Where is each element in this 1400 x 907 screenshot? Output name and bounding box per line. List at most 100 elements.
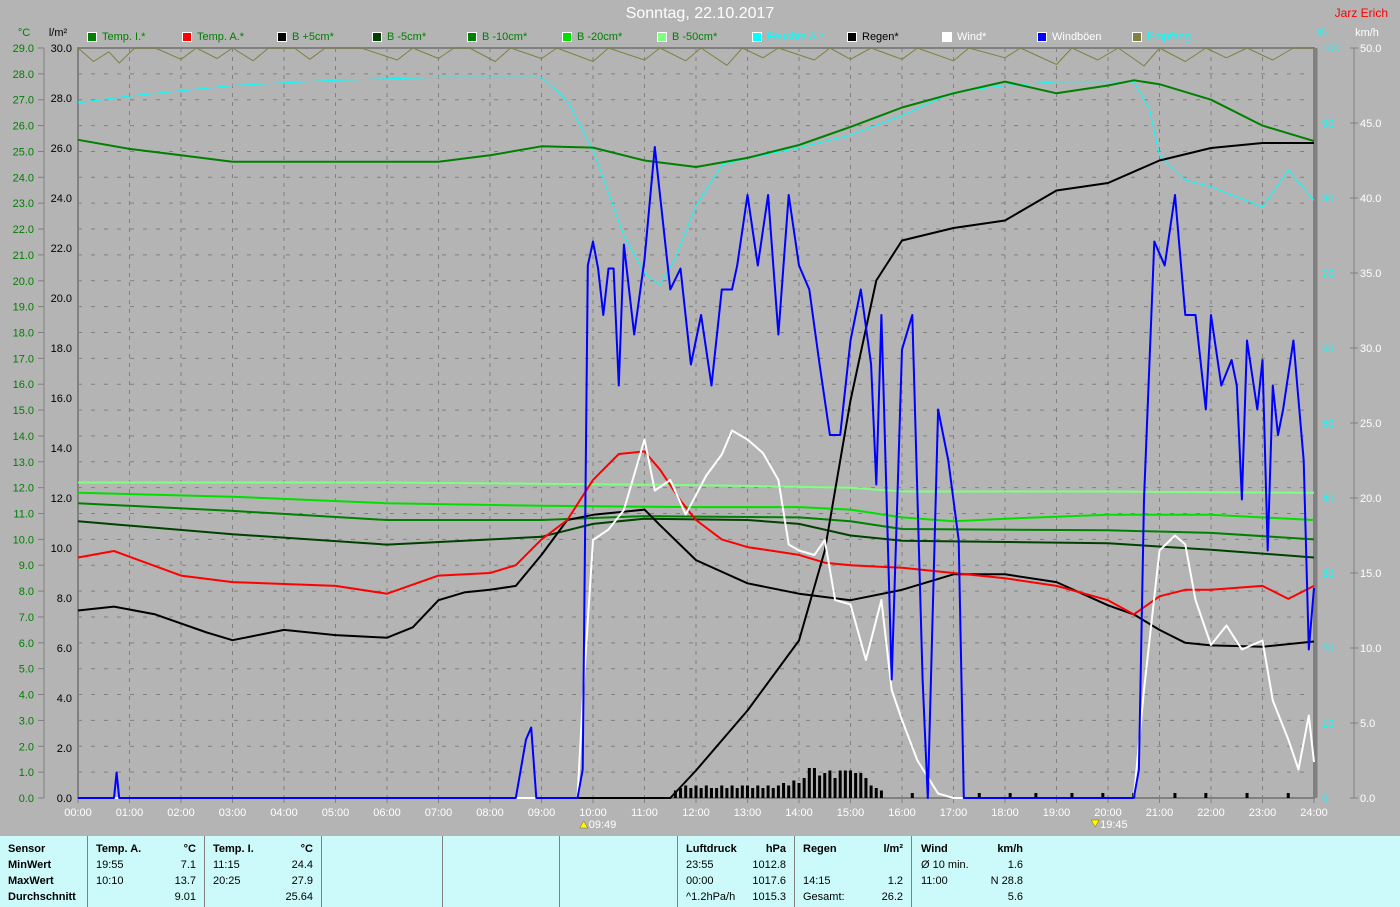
cell-value: 5.6	[1007, 891, 1023, 903]
temp-tick-label: 17.0	[13, 353, 34, 365]
rain-bar	[709, 788, 713, 798]
humidity-tick-label: 60	[1322, 343, 1334, 355]
row-label: Durchschnitt	[8, 891, 76, 903]
row-label: Sensor	[8, 843, 46, 855]
temp-tick-label: 16.0	[13, 379, 34, 391]
cell-value: 7.1	[180, 859, 196, 871]
rain-tick-label: 6.0	[57, 643, 72, 655]
rain-tick-label: 16.0	[51, 393, 72, 405]
table-row	[803, 857, 903, 873]
rain-bar	[684, 785, 688, 798]
cell-value: 1.6	[1007, 859, 1023, 871]
x-tick-label: 24:00	[1300, 807, 1328, 819]
wind-tick-label: 35.0	[1360, 268, 1381, 280]
rain-bar	[776, 785, 780, 798]
x-tick-label: 13:00	[734, 807, 762, 819]
temp-axis-unit: °C	[18, 27, 30, 39]
cell-value: 26.2	[881, 891, 903, 903]
rain-bar	[720, 785, 724, 798]
table-row: 20:25 27.9	[213, 873, 313, 889]
table-row: 23:55 1012.8	[686, 857, 786, 873]
temp-tick-label: 5.0	[19, 664, 34, 676]
temp-tick-label: 12.0	[13, 483, 34, 495]
humidity-tick-label: 20	[1322, 643, 1334, 655]
table-row: ^1.2hPa/h 1015.3	[686, 889, 786, 905]
rain-bar	[751, 788, 755, 798]
cell-value: 24.4	[291, 859, 313, 871]
cell-value: 27.9	[291, 875, 313, 887]
x-tick-label: 02:00	[167, 807, 195, 819]
cell-time: 19:55	[96, 859, 124, 871]
rain-bar	[694, 785, 698, 798]
wind-tick-label: 40.0	[1360, 193, 1381, 205]
rain-tick-label: 30.0	[51, 43, 72, 55]
rain-bar	[802, 778, 806, 798]
rain-bar	[735, 788, 739, 798]
humidity-tick-label: 30	[1322, 568, 1334, 580]
rain-bar	[910, 793, 914, 798]
table-column: Wind km/h Ø 10 min. 1.6 11:00 N 28.8 5.6	[913, 836, 1031, 907]
cell-value: 9.01	[174, 891, 196, 903]
rain-axis-unit: l/m²	[49, 27, 68, 39]
x-tick-label: 23:00	[1249, 807, 1277, 819]
x-tick-label: 17:00	[940, 807, 968, 819]
rain-bar	[699, 788, 703, 798]
rain-bar	[756, 785, 760, 798]
rain-bar	[740, 785, 744, 798]
rain-bar	[823, 773, 827, 798]
temp-tick-label: 28.0	[13, 69, 34, 81]
cell-time: Ø 10 min.	[921, 859, 969, 871]
x-tick-label: 10:00	[579, 807, 607, 819]
rain-bar	[843, 770, 847, 798]
rain-tick-label: 20.0	[51, 293, 72, 305]
humidity-axis-unit: %	[1317, 27, 1327, 39]
statistics-table: Sensor MinWert MaxWert Durchschnitt Temp. A.…	[0, 836, 1400, 907]
rain-bar	[715, 788, 719, 798]
x-tick-label: 06:00	[373, 807, 401, 819]
rain-bar	[833, 778, 837, 798]
sunset-time: 19:45	[1100, 819, 1128, 831]
wind-tick-label: 15.0	[1360, 568, 1381, 580]
wind-tick-label: 20.0	[1360, 493, 1381, 505]
table-row: 25.64	[213, 889, 313, 905]
column-header: Temp. I.	[213, 843, 254, 855]
x-tick-label: 21:00	[1146, 807, 1174, 819]
humidity-tick-label: 10	[1322, 718, 1334, 730]
series-feuchte-a	[77, 76, 1315, 286]
table-column: Temp. A. °C 19:55 7.1 10:10 13.7 9.01	[88, 836, 205, 907]
rain-bar	[807, 768, 811, 798]
table-column	[325, 836, 443, 907]
table-row: 14:15 1.2	[803, 873, 903, 889]
rain-tick-label: 24.0	[51, 193, 72, 205]
cell-time: ^1.2hPa/h	[686, 891, 736, 903]
wind-tick-label: 50.0	[1360, 43, 1381, 55]
wind-tick-label: 45.0	[1360, 118, 1381, 130]
temp-tick-label: 25.0	[13, 146, 34, 158]
temp-tick-label: 20.0	[13, 276, 34, 288]
table-column	[442, 836, 560, 907]
x-tick-label: 01:00	[116, 807, 144, 819]
table-row: 19:55 7.1	[96, 857, 196, 873]
humidity-tick-label: 40	[1322, 493, 1334, 505]
x-tick-label: 11:00	[631, 807, 658, 819]
rain-tick-label: 18.0	[51, 343, 72, 355]
column-unit: km/h	[997, 843, 1023, 855]
x-tick-label: 22:00	[1197, 807, 1225, 819]
rain-bar	[854, 773, 858, 798]
column-header: Luftdruck	[686, 843, 737, 855]
humidity-tick-label: 50	[1322, 418, 1334, 430]
temp-tick-label: 26.0	[13, 121, 34, 133]
column-header: Regen	[803, 843, 837, 855]
temp-tick-label: 14.0	[13, 431, 34, 443]
cell-value: 1012.8	[752, 859, 786, 871]
rain-bar	[812, 768, 816, 798]
temp-tick-label: 8.0	[19, 586, 34, 598]
x-tick-label: 16:00	[888, 807, 916, 819]
rain-tick-label: 8.0	[57, 593, 72, 605]
temp-tick-label: 22.0	[13, 224, 34, 236]
cell-value: N 28.8	[990, 875, 1023, 887]
humidity-tick-label: 0	[1322, 793, 1328, 805]
temp-tick-label: 0.0	[19, 793, 34, 805]
humidity-tick-label: 70	[1322, 268, 1334, 280]
rain-bar	[730, 785, 734, 798]
